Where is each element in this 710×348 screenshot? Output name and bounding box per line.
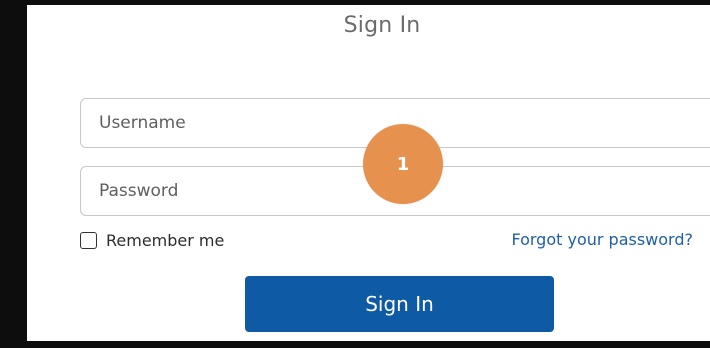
- remember-me-label: Remember me: [106, 231, 225, 250]
- page-title: Sign In: [343, 13, 421, 38]
- checkbox-icon[interactable]: [80, 232, 97, 249]
- remember-me-checkbox[interactable]: Remember me: [80, 231, 224, 250]
- sign-in-button[interactable]: Sign In: [245, 276, 554, 332]
- forgot-password-link[interactable]: Forgot your password?: [511, 230, 693, 249]
- login-panel: Sign In 1 Remember me Forgot your passwo…: [0, 0, 710, 348]
- step-callout-badge: 1: [363, 124, 443, 204]
